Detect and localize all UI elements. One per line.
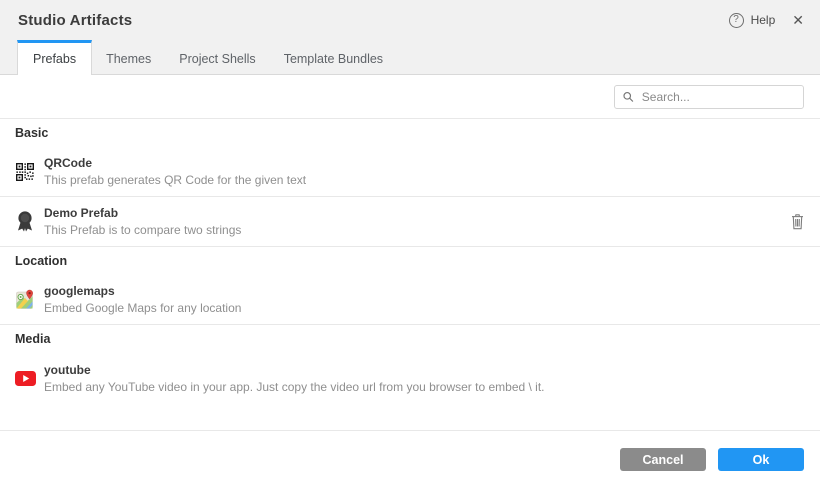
item-name: googlemaps (44, 284, 241, 298)
dialog-footer: Cancel Ok (0, 430, 820, 488)
prefabs-panel: Basic (0, 75, 820, 430)
item-description: This Prefab is to compare two strings (44, 223, 241, 237)
section-header-media: Media (0, 325, 820, 353)
section-header-basic: Basic (0, 119, 820, 147)
youtube-icon (14, 371, 36, 386)
studio-artifacts-dialog: Studio Artifacts ? Help ✕ Prefabs Themes… (0, 0, 820, 488)
search-input[interactable] (640, 89, 795, 105)
list-item-qrcode[interactable]: QRCode This prefab generates QR Code for… (0, 147, 820, 197)
search-row (0, 75, 820, 119)
item-text: Demo Prefab This Prefab is to compare tw… (44, 206, 241, 237)
search-box (614, 85, 804, 109)
item-text: googlemaps Embed Google Maps for any loc… (44, 284, 241, 315)
close-icon[interactable]: ✕ (792, 13, 804, 27)
search-icon (623, 91, 634, 103)
ribbon-award-icon (14, 211, 36, 232)
page-title: Studio Artifacts (18, 12, 132, 29)
item-description: Embed Google Maps for any location (44, 301, 241, 315)
help-icon: ? (729, 13, 744, 28)
list-item-googlemaps[interactable]: googlemaps Embed Google Maps for any loc… (0, 275, 820, 325)
trash-icon[interactable] (791, 214, 804, 230)
item-description: This prefab generates QR Code for the gi… (44, 173, 306, 187)
cancel-button[interactable]: Cancel (620, 448, 706, 471)
item-description: Embed any YouTube video in your app. Jus… (44, 380, 545, 394)
help-button[interactable]: ? Help (729, 13, 776, 28)
qrcode-icon (14, 163, 36, 181)
item-name: QRCode (44, 156, 306, 170)
list-item-youtube[interactable]: youtube Embed any YouTube video in your … (0, 353, 820, 403)
tab-prefabs[interactable]: Prefabs (17, 40, 92, 75)
section-header-location: Location (0, 247, 820, 275)
item-name: youtube (44, 363, 545, 377)
item-text: QRCode This prefab generates QR Code for… (44, 156, 306, 187)
dialog-header: Studio Artifacts ? Help ✕ (0, 0, 820, 40)
list-item-demo-prefab[interactable]: Demo Prefab This Prefab is to compare tw… (0, 197, 820, 247)
googlemaps-icon (14, 289, 36, 310)
tab-bar: Prefabs Themes Project Shells Template B… (0, 40, 820, 75)
tab-project-shells[interactable]: Project Shells (165, 40, 269, 74)
item-text: youtube Embed any YouTube video in your … (44, 363, 545, 394)
tab-themes[interactable]: Themes (92, 40, 165, 74)
item-name: Demo Prefab (44, 206, 241, 220)
header-actions: ? Help ✕ (729, 13, 804, 28)
ok-button[interactable]: Ok (718, 448, 804, 471)
help-label: Help (751, 13, 776, 27)
tab-template-bundles[interactable]: Template Bundles (270, 40, 397, 74)
